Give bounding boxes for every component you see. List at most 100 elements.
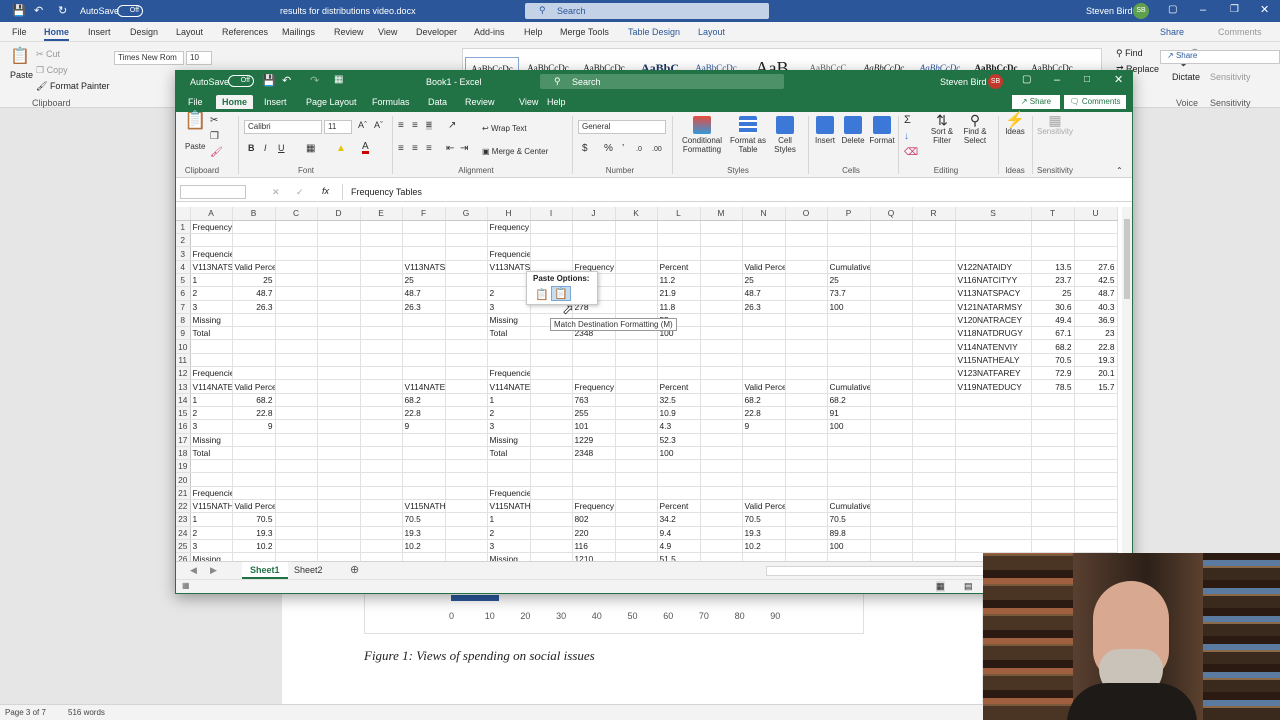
cell-b21[interactable] [232, 486, 276, 501]
cell-s4[interactable]: V122NATAIDY [955, 260, 1032, 274]
cell-b22[interactable]: Valid Percent [232, 499, 276, 514]
cell-p10[interactable] [827, 339, 871, 354]
cell-f6[interactable]: 48.7 [402, 286, 446, 301]
cell-u1[interactable] [1074, 220, 1118, 235]
word-paste-button[interactable]: Paste [10, 70, 33, 80]
cell-n1[interactable] [742, 220, 786, 235]
cell-j16[interactable]: 101 [572, 419, 616, 434]
word-cut-button[interactable]: ✂ Cut [36, 49, 60, 60]
cell-b16[interactable]: 9 [232, 419, 276, 434]
row-header[interactable]: 6 [176, 286, 191, 301]
cell-a22[interactable]: V115NATH [190, 499, 233, 514]
cell-e13[interactable] [360, 379, 403, 394]
increase-indent-icon[interactable]: ⇥ [460, 144, 468, 154]
cell-u21[interactable] [1074, 486, 1118, 501]
cell-e14[interactable] [360, 393, 403, 407]
cell-h1[interactable]: Frequency Tables [487, 220, 531, 235]
cell-s21[interactable] [955, 486, 1032, 501]
cell-s22[interactable] [955, 499, 1032, 514]
cell-k18[interactable] [615, 446, 658, 461]
cell-g19[interactable] [445, 459, 488, 474]
macro-record-icon[interactable]: ▦ [182, 581, 190, 590]
cell-f11[interactable] [402, 353, 446, 368]
column-header-u[interactable]: U [1074, 207, 1118, 221]
cell-t18[interactable] [1031, 446, 1075, 461]
cell-f20[interactable] [402, 472, 446, 487]
cell-g18[interactable] [445, 446, 488, 461]
cell-b3[interactable] [232, 246, 276, 261]
row-header[interactable]: 8 [176, 313, 191, 328]
cell-c20[interactable] [275, 472, 318, 487]
cell-s23[interactable] [955, 512, 1032, 527]
cell-s16[interactable] [955, 419, 1032, 434]
format-as-table-button[interactable]: Format as Table [728, 116, 768, 154]
cell-m14[interactable] [700, 393, 743, 407]
word-format-painter-button[interactable]: 🖌 Format Painter [36, 81, 109, 92]
row-header[interactable]: 12 [176, 366, 191, 381]
cell-l5[interactable]: 11.2 [657, 273, 701, 288]
column-header-e[interactable]: E [360, 207, 403, 221]
cell-d1[interactable] [317, 220, 361, 235]
cell-j26[interactable]: 1210 [572, 552, 616, 561]
cell-i23[interactable] [530, 512, 573, 527]
cell-m26[interactable] [700, 552, 743, 561]
cell-r13[interactable] [912, 379, 956, 394]
cell-l3[interactable] [657, 246, 701, 261]
cell-u16[interactable] [1074, 419, 1118, 434]
cell-n20[interactable] [742, 472, 786, 487]
match-destination-formatting-icon[interactable]: 📋 [551, 286, 571, 301]
cell-p1[interactable] [827, 220, 871, 235]
autosum-icon[interactable]: Σ [904, 115, 911, 126]
cell-d19[interactable] [317, 459, 361, 474]
cell-s10[interactable]: V114NATENVIY [955, 339, 1032, 354]
cell-p6[interactable]: 73.7 [827, 286, 871, 301]
cell-m15[interactable] [700, 406, 743, 421]
cell-d14[interactable] [317, 393, 361, 407]
word-tab-home[interactable]: Home [44, 27, 70, 41]
cell-q17[interactable] [870, 433, 913, 447]
cell-g8[interactable] [445, 313, 488, 328]
cell-k17[interactable] [615, 433, 658, 447]
cell-e15[interactable] [360, 406, 403, 421]
cell-u14[interactable] [1074, 393, 1118, 407]
cell-m19[interactable] [700, 459, 743, 474]
cell-d20[interactable] [317, 472, 361, 487]
cell-d5[interactable] [317, 273, 361, 288]
cell-a14[interactable]: 1 [190, 393, 233, 407]
row-header[interactable]: 19 [176, 459, 191, 474]
cell-q1[interactable] [870, 220, 913, 235]
cell-t4[interactable]: 13.5 [1031, 260, 1075, 274]
cell-b6[interactable]: 48.7 [232, 286, 276, 301]
cell-p19[interactable] [827, 459, 871, 474]
cell-l14[interactable]: 32.5 [657, 393, 701, 407]
cell-r16[interactable] [912, 419, 956, 434]
cell-g10[interactable] [445, 339, 488, 354]
add-sheet-icon[interactable]: ⊕ [350, 563, 359, 576]
word-copy-button[interactable]: ❐ Copy [36, 65, 68, 76]
cell-e6[interactable] [360, 286, 403, 301]
cell-o24[interactable] [785, 526, 828, 540]
conditional-formatting-button[interactable]: Conditional Formatting [678, 116, 726, 154]
cell-d9[interactable] [317, 326, 361, 341]
cell-u15[interactable] [1074, 406, 1118, 421]
clear-icon[interactable]: ⌫ [904, 148, 918, 158]
cell-d11[interactable] [317, 353, 361, 368]
cell-p26[interactable] [827, 552, 871, 561]
cell-p18[interactable] [827, 446, 871, 461]
cell-l23[interactable]: 34.2 [657, 512, 701, 527]
cell-o7[interactable] [785, 300, 828, 314]
word-tab-merge-tools[interactable]: Merge Tools [560, 27, 609, 37]
cell-a7[interactable]: 3 [190, 300, 233, 314]
sort-filter-button[interactable]: ⇅ Sort & Filter [926, 113, 958, 145]
cell-s1[interactable] [955, 220, 1032, 235]
cell-f16[interactable]: 9 [402, 419, 446, 434]
cell-i1[interactable] [530, 220, 573, 235]
cell-p25[interactable]: 100 [827, 539, 871, 554]
cell-j3[interactable] [572, 246, 616, 261]
cell-m1[interactable] [700, 220, 743, 235]
cell-r14[interactable] [912, 393, 956, 407]
cell-f14[interactable]: 68.2 [402, 393, 446, 407]
cell-i24[interactable] [530, 526, 573, 540]
word-search-box[interactable]: ⚲ Search [525, 3, 769, 19]
cell-n3[interactable] [742, 246, 786, 261]
